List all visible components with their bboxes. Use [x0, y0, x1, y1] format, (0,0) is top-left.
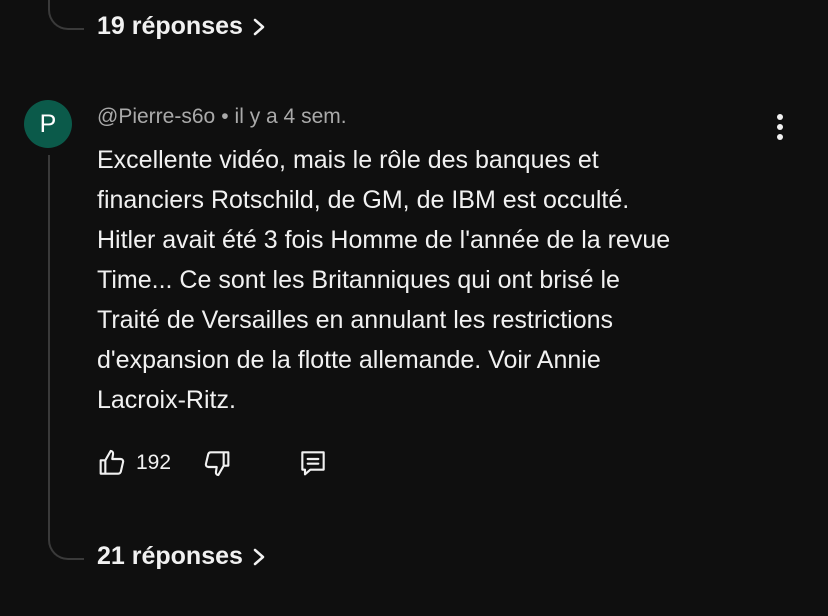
more-vertical-icon-dot: [777, 134, 783, 140]
thread-connector-top: [48, 0, 84, 30]
replies-button-bottom[interactable]: 21 réponses: [97, 542, 267, 571]
replies-label: 19 réponses: [97, 12, 243, 40]
chevron-right-icon: [253, 548, 265, 565]
comment-actions: 192: [96, 446, 329, 480]
comment-line: Excellente vidéo, mais le rôle des banqu…: [97, 146, 599, 174]
comment-meta: @Pierre-s6o • il y a 4 sem.: [97, 105, 347, 129]
comment-line: Traité de Versailles en annulant les res…: [97, 306, 614, 334]
thread-connector-line: [48, 155, 50, 525]
more-vertical-icon-dot: [777, 124, 783, 130]
like-button[interactable]: 192: [96, 447, 171, 479]
more-vertical-icon-dot: [777, 114, 783, 120]
comment-line: Hitler avait été 3 fois Homme de l'année…: [97, 226, 671, 254]
avatar[interactable]: P: [24, 100, 72, 148]
thumbs-up-icon: [99, 449, 125, 475]
like-count: 192: [136, 451, 172, 474]
comment-line: d'expansion de la flotte allemande. Voir…: [97, 346, 601, 374]
thumbs-down-icon: [204, 451, 230, 477]
replies-label: 21 réponses: [97, 542, 243, 570]
comment-icon: [301, 451, 325, 476]
chevron-right-icon: [253, 18, 265, 35]
replies-button-top[interactable]: 19 réponses: [97, 12, 267, 41]
comment-text: Excellente vidéo, mais le rôle des banqu…: [97, 140, 777, 420]
thread-connector-bottom: [48, 520, 84, 560]
meta-separator: •: [221, 105, 229, 128]
comment-line: financiers Rotschild, de GM, de IBM est …: [97, 186, 630, 214]
comment-line: Time... Ce sont les Britanniques qui ont…: [97, 266, 620, 294]
more-options-button[interactable]: [766, 110, 794, 144]
comment-time[interactable]: il y a 4 sem.: [235, 105, 347, 128]
reply-button[interactable]: [297, 447, 329, 479]
avatar-initial: P: [39, 109, 57, 138]
comment-author[interactable]: @Pierre-s6o: [97, 105, 215, 128]
comment-line: Lacroix-Ritz.: [97, 386, 236, 414]
dislike-button[interactable]: [201, 447, 233, 479]
comment-thread: 19 réponses P @Pierre-s6o • il y a 4 sem. …: [0, 0, 828, 616]
